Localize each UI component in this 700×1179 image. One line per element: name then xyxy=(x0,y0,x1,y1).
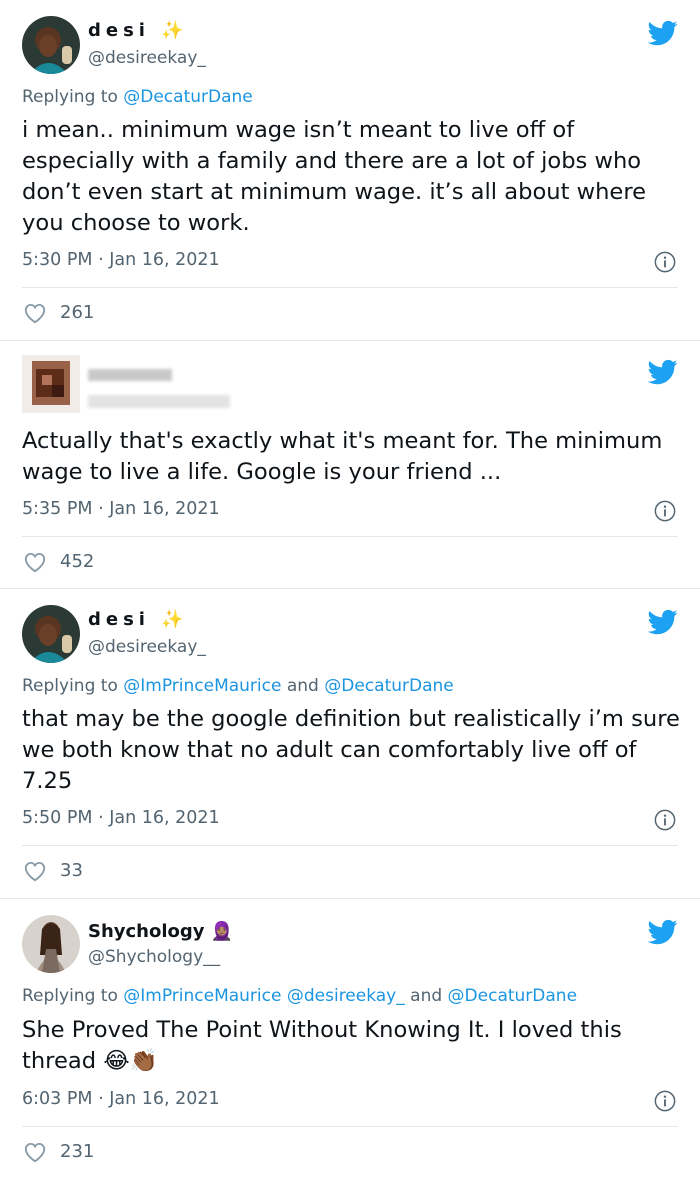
info-circle-icon[interactable] xyxy=(654,251,676,273)
heart-outline-icon[interactable] xyxy=(22,549,48,575)
like-count: 33 xyxy=(60,860,83,881)
reply-prefix: Replying to xyxy=(22,986,118,1006)
tweet-text: i mean.. minimum wage isn’t meant to liv… xyxy=(22,117,647,236)
heart-outline-icon[interactable] xyxy=(22,858,48,884)
tweet-text: Actually that's exactly what it's meant … xyxy=(22,428,663,485)
divider xyxy=(22,287,678,288)
user-handle[interactable]: @Shychology__ xyxy=(88,947,220,967)
tweet-card: desi ✨ @desireekay_ Replying to @Decatur… xyxy=(0,0,700,340)
mention-link[interactable]: @desireekay_ xyxy=(287,986,405,1006)
mention-link[interactable]: @ImPrinceMaurice xyxy=(123,986,281,1006)
timestamp[interactable]: 6:03 PM · Jan 16, 2021 xyxy=(22,1089,220,1109)
twitter-bird-icon[interactable] xyxy=(648,18,678,48)
info-circle-icon[interactable] xyxy=(654,500,676,522)
like-count: 261 xyxy=(60,302,95,323)
user-handle-blurred[interactable] xyxy=(88,395,230,408)
avatar-blurred[interactable] xyxy=(22,355,80,413)
timestamp[interactable]: 5:50 PM · Jan 16, 2021 xyxy=(22,808,220,828)
tweet-text: that may be the google definition but re… xyxy=(22,706,680,794)
info-circle-icon[interactable] xyxy=(654,1090,676,1112)
reply-context: Replying to @ImPrinceMaurice and @Decatu… xyxy=(22,676,454,696)
divider xyxy=(22,1126,678,1127)
heart-outline-icon[interactable] xyxy=(22,1139,48,1165)
reply-prefix: Replying to xyxy=(22,87,118,107)
reply-prefix: Replying to xyxy=(22,676,118,696)
reply-context: Replying to @DecaturDane xyxy=(22,87,253,107)
tweet-card: desi ✨ @desireekay_ Replying to @ImPrinc… xyxy=(0,588,700,898)
reply-conjunction: and xyxy=(410,986,443,1006)
mention-link[interactable]: @DecaturDane xyxy=(448,986,577,1006)
mention-link[interactable]: @DecaturDane xyxy=(123,87,252,107)
display-name[interactable]: desi ✨ xyxy=(88,20,189,41)
divider xyxy=(22,536,678,537)
user-handle[interactable]: @desireekay_ xyxy=(88,48,206,68)
twitter-bird-icon[interactable] xyxy=(648,607,678,637)
tweet-card: Actually that's exactly what it's meant … xyxy=(0,340,700,588)
tweet-text: She Proved The Point Without Knowing It.… xyxy=(22,1017,622,1074)
info-circle-icon[interactable] xyxy=(654,809,676,831)
reply-context: Replying to @ImPrinceMaurice @desireekay… xyxy=(22,986,577,1006)
mention-link[interactable]: @ImPrinceMaurice xyxy=(123,676,281,696)
timestamp[interactable]: 5:30 PM · Jan 16, 2021 xyxy=(22,250,220,270)
twitter-bird-icon[interactable] xyxy=(648,917,678,947)
reply-conjunction: and xyxy=(286,676,319,696)
display-name[interactable]: Shychology 🧕🏽 xyxy=(88,921,233,942)
mention-link[interactable]: @DecaturDane xyxy=(324,676,453,696)
display-name-blurred[interactable] xyxy=(88,369,172,381)
timestamp[interactable]: 5:35 PM · Jan 16, 2021 xyxy=(22,499,220,519)
tweet-card: Shychology 🧕🏽 @Shychology__ Replying to … xyxy=(0,898,700,1179)
avatar[interactable] xyxy=(22,16,80,74)
avatar[interactable] xyxy=(22,915,80,973)
like-count: 452 xyxy=(60,551,95,572)
divider xyxy=(22,845,678,846)
user-handle[interactable]: @desireekay_ xyxy=(88,637,206,657)
heart-outline-icon[interactable] xyxy=(22,300,48,326)
twitter-bird-icon[interactable] xyxy=(648,357,678,387)
avatar[interactable] xyxy=(22,605,80,663)
like-count: 231 xyxy=(60,1141,95,1162)
display-name[interactable]: desi ✨ xyxy=(88,609,189,630)
